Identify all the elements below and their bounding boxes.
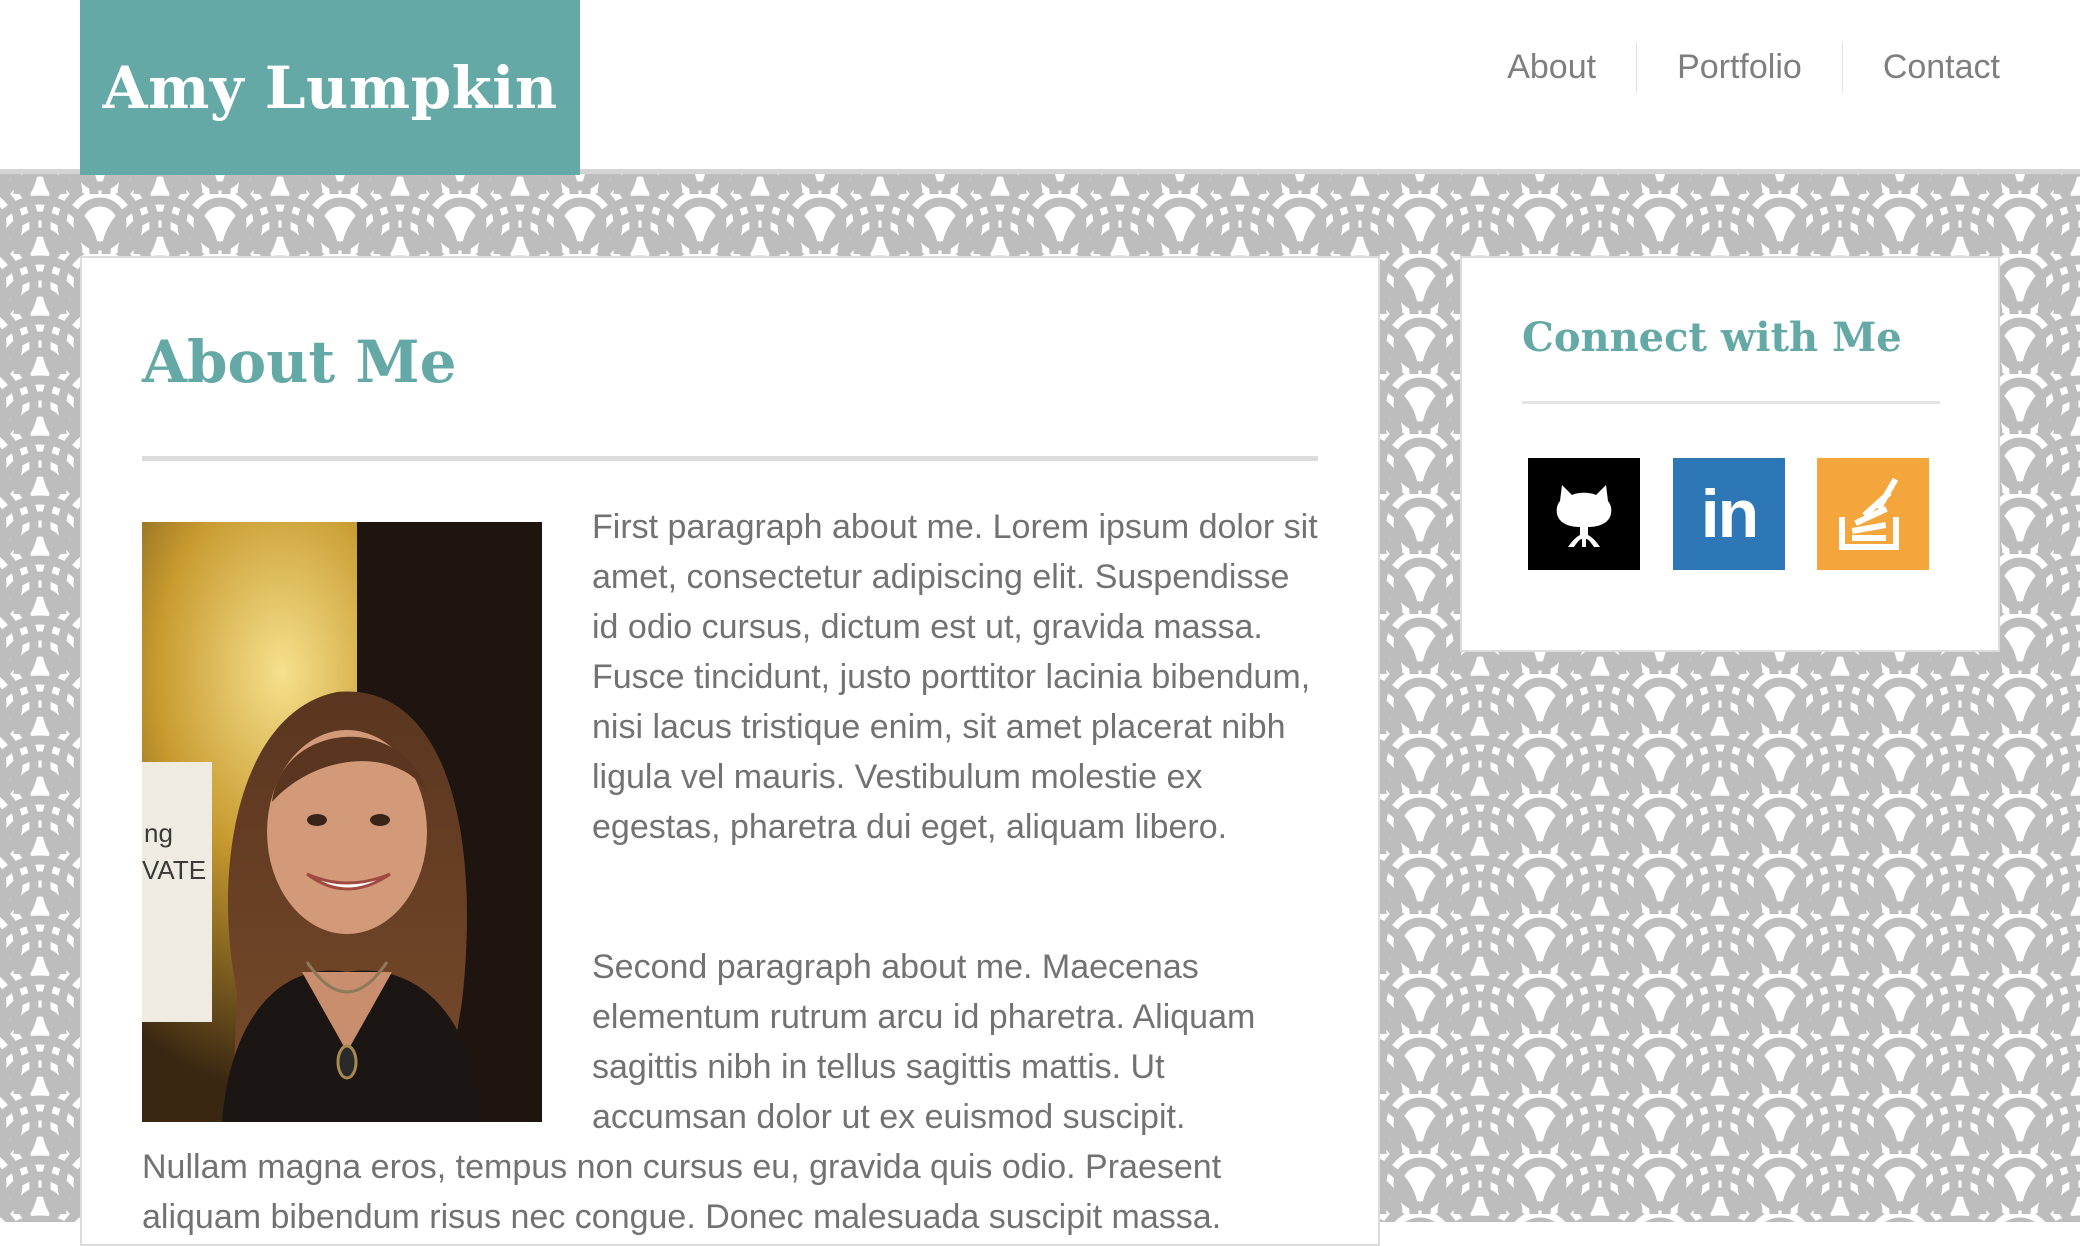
svg-text:VATE: VATE xyxy=(142,855,206,885)
stackoverflow-icon xyxy=(1839,477,1899,550)
linkedin-link[interactable]: in xyxy=(1673,458,1785,570)
about-paragraph-2-continued: Nullam magna eros, tempus non cursus eu,… xyxy=(142,1148,1222,1236)
about-card: About Me ng VATE First paragraph about m… xyxy=(80,256,1380,1246)
main-nav: About Portfolio Contact xyxy=(1467,42,2000,93)
site-name: Amy Lumpkin xyxy=(102,53,558,122)
connect-card: Connect with Me in xyxy=(1460,256,2000,652)
nav-link-contact[interactable]: Contact xyxy=(1841,42,2000,93)
linkedin-icon: in xyxy=(1700,476,1759,552)
page-title: About Me xyxy=(142,328,457,396)
profile-photo: ng VATE xyxy=(142,522,542,1122)
about-paragraph-1: First paragraph about me. Lorem ipsum do… xyxy=(592,508,1318,846)
connect-divider xyxy=(1522,401,1940,404)
connect-heading: Connect with Me xyxy=(1522,314,1902,361)
github-icon xyxy=(1556,485,1612,547)
stackoverflow-link[interactable] xyxy=(1817,458,1929,570)
svg-text:ng: ng xyxy=(144,818,173,848)
nav-link-portfolio[interactable]: Portfolio xyxy=(1636,42,1842,93)
nav-link-about[interactable]: About xyxy=(1467,42,1636,93)
github-link[interactable] xyxy=(1528,458,1640,570)
site-logo[interactable]: Amy Lumpkin xyxy=(80,0,580,175)
about-paragraph-2: Second paragraph about me. Maecenas elem… xyxy=(592,948,1256,1136)
title-divider xyxy=(142,456,1318,461)
